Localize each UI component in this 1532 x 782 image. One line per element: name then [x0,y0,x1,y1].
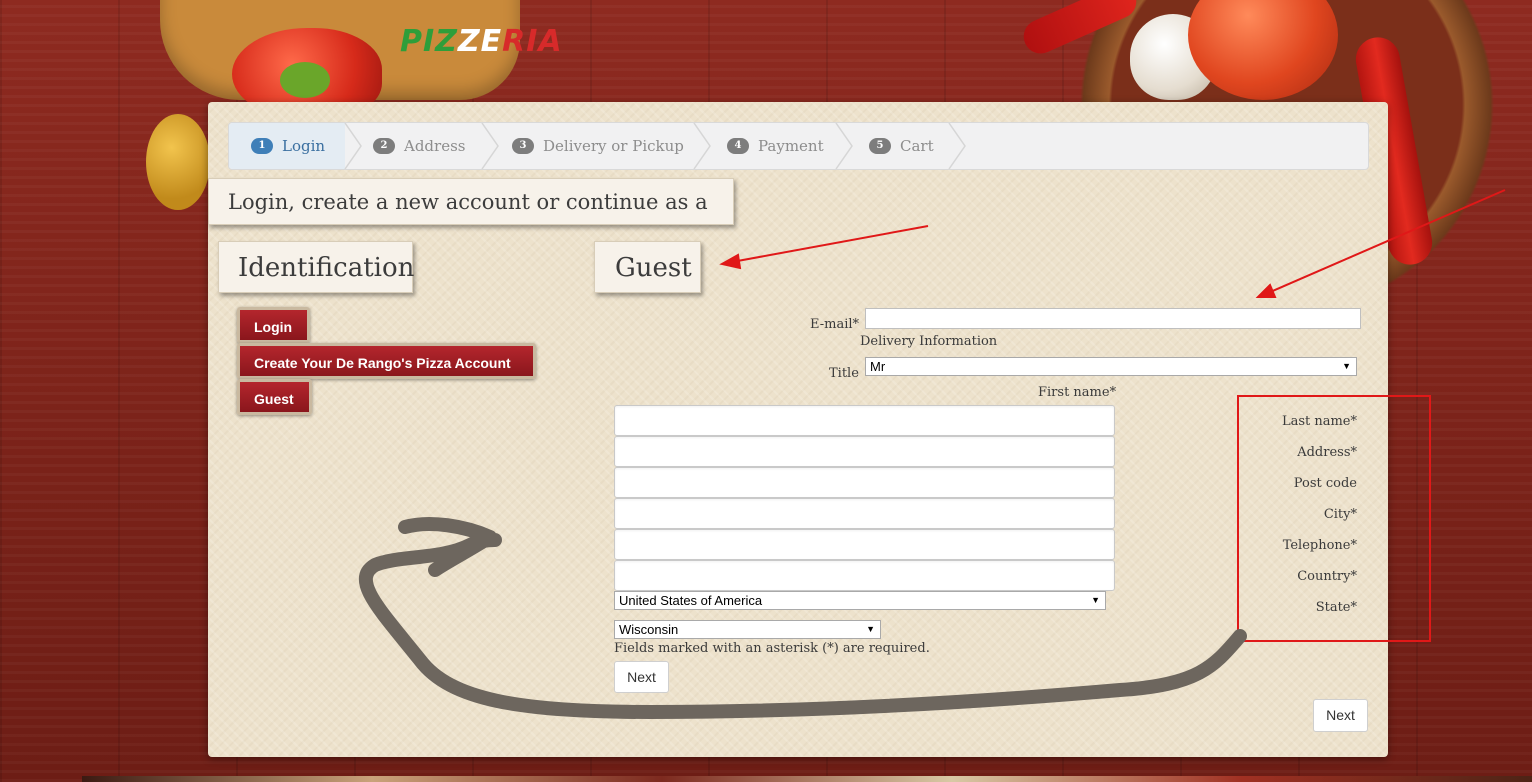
telephone-label: Telephone* [1282,538,1357,553]
next-button[interactable]: Next [614,661,669,693]
step-chevron [693,123,711,169]
first-name-label: First name* [1038,385,1117,400]
step-separators [344,123,966,169]
checkout-panel: 1 Login 2 Address 3 Delivery or Pickup 4… [208,102,1388,757]
email-input[interactable] [865,308,1361,329]
step-chevron [344,123,362,169]
city-label: City* [1323,507,1357,522]
last-name-label: Last name* [1281,414,1357,429]
delivery-information-label: Delivery Information [860,334,998,349]
state-select[interactable]: Wisconsin ▼ [614,620,881,639]
chevron-down-icon: ▼ [866,624,875,634]
footer-image-strip [82,776,1532,782]
page-heading: Login, create a new account or continue … [208,178,734,261]
country-select-value: United States of America [619,593,763,608]
identification-heading: Identification [218,241,414,293]
progress-steps: 1 Login 2 Address 3 Delivery or Pickup 4… [228,122,1369,170]
address-label: Address* [1297,445,1357,460]
guest-button[interactable]: Guest [237,379,312,415]
email-label: E-mail* [810,317,860,332]
state-select-value: Wisconsin [619,622,679,637]
step-chevron [948,123,966,169]
step-chevron [835,123,853,169]
chevron-down-icon: ▼ [1342,361,1351,371]
logo[interactable]: PIZZERIA [400,24,563,59]
chevron-down-icon: ▼ [1091,595,1100,605]
misaligned-labels: Last name* Address* Post code City* Tele… [1157,412,1357,615]
guest-heading: Guest [594,241,701,293]
last-name-input[interactable] [614,436,1115,467]
post-code-input[interactable] [614,498,1115,529]
state-label: State* [1315,600,1357,615]
first-name-input[interactable] [614,405,1115,436]
step-chevron [481,123,499,169]
create-account-button[interactable]: Create Your De Rango's Pizza Account [237,343,536,379]
title-label: Title [829,366,859,381]
title-select-value: Mr [870,359,886,374]
telephone-input[interactable] [614,560,1115,591]
title-select[interactable]: Mr ▼ [865,357,1357,376]
decorative-pepper-stem [280,62,330,98]
city-input[interactable] [614,529,1115,560]
address-input[interactable] [614,467,1115,498]
login-button[interactable]: Login [237,307,310,343]
post-code-label: Post code [1293,476,1357,491]
decorative-spoon [146,114,210,210]
country-select[interactable]: United States of America ▼ [614,591,1106,610]
required-fields-note: Fields marked with an asterisk (*) are r… [614,641,930,656]
country-label: Country* [1297,569,1357,584]
next-button-right[interactable]: Next [1313,699,1368,732]
